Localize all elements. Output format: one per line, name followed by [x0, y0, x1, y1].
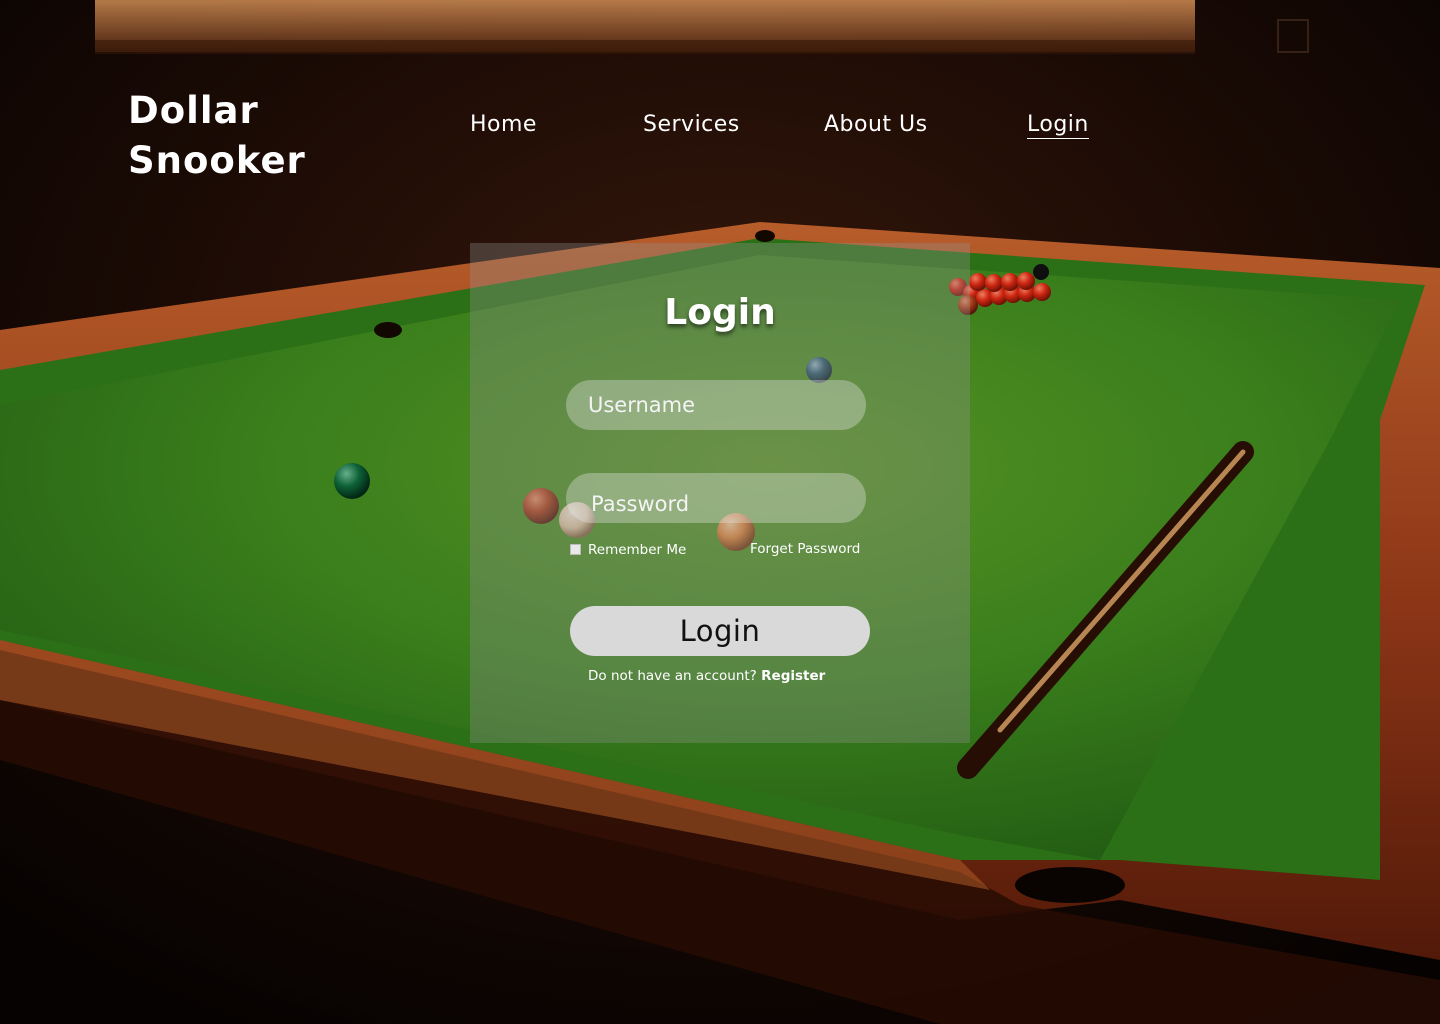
username-input[interactable] [566, 380, 866, 430]
brand-line-2: Snooker [128, 139, 306, 182]
register-prompt-text: Do not have an account? [588, 668, 757, 684]
password-input[interactable] [566, 473, 866, 523]
login-submit-button[interactable]: Login [570, 606, 870, 656]
brand-line-1: Dollar [128, 89, 259, 132]
nav-login-link[interactable]: Login [1027, 112, 1089, 139]
register-link[interactable]: Register [761, 668, 825, 684]
forgot-password-link[interactable]: Forget Password [750, 541, 860, 557]
remember-me-checkbox[interactable] [570, 543, 581, 555]
remember-me-label: Remember Me [588, 542, 687, 558]
register-prompt: Do not have an account? Register [588, 668, 825, 684]
nav-about-link[interactable]: About Us [824, 112, 928, 137]
brand-logo[interactable]: Dollar Snooker [128, 86, 348, 186]
nav-services-link[interactable]: Services [643, 112, 740, 137]
login-title: Login [664, 292, 776, 333]
nav-home-link[interactable]: Home [470, 112, 537, 137]
remember-me-option[interactable]: Remember Me [570, 541, 686, 559]
